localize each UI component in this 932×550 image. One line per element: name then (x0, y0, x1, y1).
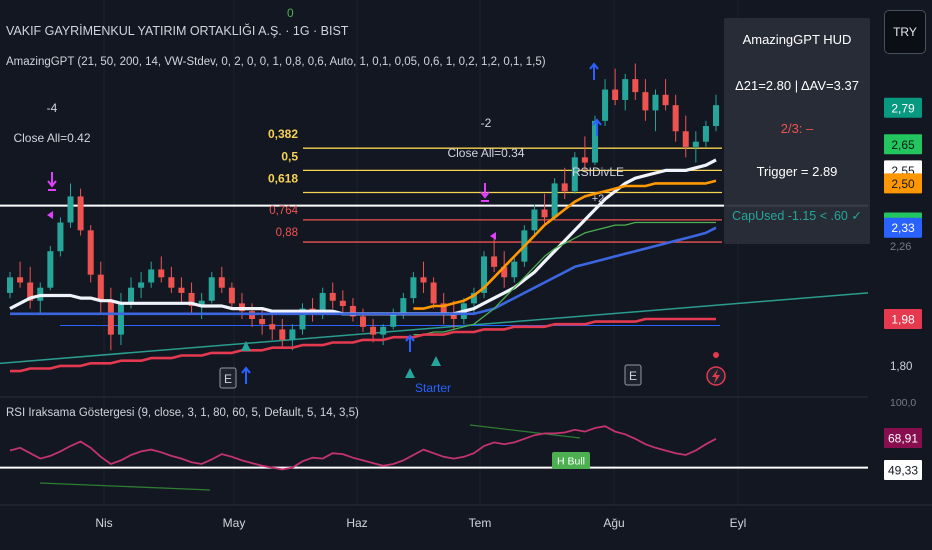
candle-body[interactable] (602, 89, 609, 121)
candle-body[interactable] (581, 157, 588, 163)
candle-body[interactable] (400, 298, 407, 314)
candle-body[interactable] (87, 230, 94, 275)
fib-label-0,618: 0,618 (268, 172, 298, 186)
left-count-label: -4 (47, 101, 58, 115)
h-bull-label: H Bull (557, 456, 585, 468)
hud-trigger-line: Trigger = 2.89 (756, 164, 838, 179)
candle-body[interactable] (491, 256, 498, 267)
rsi-legend[interactable]: RSI Iraksama Göstergesi (9, close, 3, 1,… (6, 407, 359, 419)
candle-body[interactable] (208, 277, 215, 301)
candle-body[interactable] (541, 209, 548, 218)
plus-two-label: +2 (592, 193, 605, 205)
rsi-badge-text-1: 49,33 (888, 464, 918, 478)
left-close-all-label: Close All=0.42 (13, 131, 90, 145)
fib-label-0,764: 0,764 (269, 205, 298, 217)
candle-body[interactable] (128, 287, 135, 304)
candle-body[interactable] (672, 105, 679, 132)
candle-body[interactable] (692, 141, 699, 147)
price-tick-1-80: 1,80 (890, 361, 912, 373)
hud-title: AmazingGPT HUD (742, 32, 852, 47)
price-tick-2-26: 2,26 (890, 241, 911, 253)
candle-body[interactable] (380, 326, 387, 335)
starter-label: Starter (415, 381, 451, 395)
price-badge-text-1: 2,65 (891, 138, 915, 152)
fib-label-0,382: 0,382 (268, 127, 298, 141)
time-label-Tem: Tem (469, 516, 492, 530)
price-badge-text-3: 2,50 (891, 177, 915, 191)
candle-body[interactable] (410, 277, 417, 299)
earnings-marker-letter: E (224, 372, 232, 386)
fib-label-0,88: 0,88 (276, 227, 298, 239)
candle-body[interactable] (430, 282, 437, 304)
time-label-Eyl: Eyl (730, 516, 747, 530)
candle-body[interactable] (632, 79, 639, 93)
hud-capused-line: CapUsed -1.15 < .60 ✓ (732, 209, 862, 223)
hud-panel: AmazingGPT HUD Δ21=2.80 | ΔAV=3.37 2/3: … (724, 18, 870, 244)
top-zero-label: 0 (287, 6, 294, 20)
candle-body[interactable] (702, 126, 709, 142)
candle-body[interactable] (561, 183, 568, 192)
candle-body[interactable] (390, 313, 397, 327)
candle-body[interactable] (148, 269, 155, 283)
candle-body[interactable] (218, 277, 225, 288)
time-label-May: May (223, 516, 246, 530)
indicator-legend[interactable]: AmazingGPT (21, 50, 200, 14, VW-Stdev, 0… (6, 56, 546, 68)
candle-body[interactable] (107, 300, 114, 335)
candle-body[interactable] (682, 131, 689, 147)
candle-body[interactable] (360, 316, 366, 327)
candle-body[interactable] (622, 79, 629, 100)
time-label-Nis: Nis (95, 516, 112, 530)
price-badge-text-5: 2,33 (891, 221, 915, 235)
candle-body[interactable] (551, 183, 558, 218)
hud-delta-line: Δ21=2.80 | ΔAV=3.37 (735, 78, 859, 93)
candle-body[interactable] (47, 251, 54, 288)
dot-marker-icon (713, 352, 719, 358)
candle-body[interactable] (117, 303, 124, 335)
candle-body[interactable] (158, 269, 165, 278)
rsi-badge-text-0: 68,91 (888, 432, 918, 446)
time-label-Haz: Haz (346, 516, 367, 530)
currency-button[interactable]: TRY (884, 10, 926, 54)
candle-body[interactable] (97, 274, 104, 301)
candle-body[interactable] (662, 94, 669, 106)
candle-body[interactable] (279, 329, 286, 340)
candle-body[interactable] (269, 324, 276, 330)
candle-body[interactable] (713, 105, 719, 127)
candle-body[interactable] (178, 287, 185, 293)
candle-body[interactable] (531, 209, 538, 231)
candle-body[interactable] (511, 261, 518, 278)
price-badge-text-0: 2,79 (891, 101, 915, 115)
candle-body[interactable] (17, 277, 24, 283)
candle-body[interactable] (138, 282, 145, 288)
time-label-Ağu: Ağu (603, 516, 624, 530)
price-badge-text-6: 1,98 (891, 312, 915, 326)
candle-body[interactable] (329, 292, 336, 301)
mid-close-all-label: Close All=0.34 (447, 146, 524, 160)
candle-body[interactable] (228, 287, 235, 304)
candle-body[interactable] (77, 196, 84, 231)
fib-label-0,5: 0,5 (281, 149, 298, 163)
hud-ratio-line: 2/3: – (780, 121, 814, 136)
mid-count-label: -2 (481, 116, 492, 130)
candle-body[interactable] (370, 326, 377, 335)
rsi-div-label: RSIDivLE (572, 165, 624, 179)
candle-body[interactable] (57, 222, 64, 252)
candle-body[interactable] (642, 92, 649, 111)
candle-body[interactable] (67, 196, 74, 223)
candle-body[interactable] (259, 318, 266, 325)
candle-body[interactable] (7, 277, 13, 293)
candle-body[interactable] (339, 300, 346, 306)
earnings-marker-letter: E (629, 369, 637, 383)
candle-body[interactable] (652, 94, 659, 111)
candle-body[interactable] (420, 277, 427, 283)
symbol-title[interactable]: VAKIF GAYRİMENKUL YATIRIM ORTAKLIĞI A.Ş.… (6, 24, 348, 38)
rsi-tick-100: 100,0 (890, 397, 916, 409)
candle-body[interactable] (168, 277, 175, 288)
candle-body[interactable] (289, 329, 296, 340)
candle-body[interactable] (612, 89, 619, 100)
